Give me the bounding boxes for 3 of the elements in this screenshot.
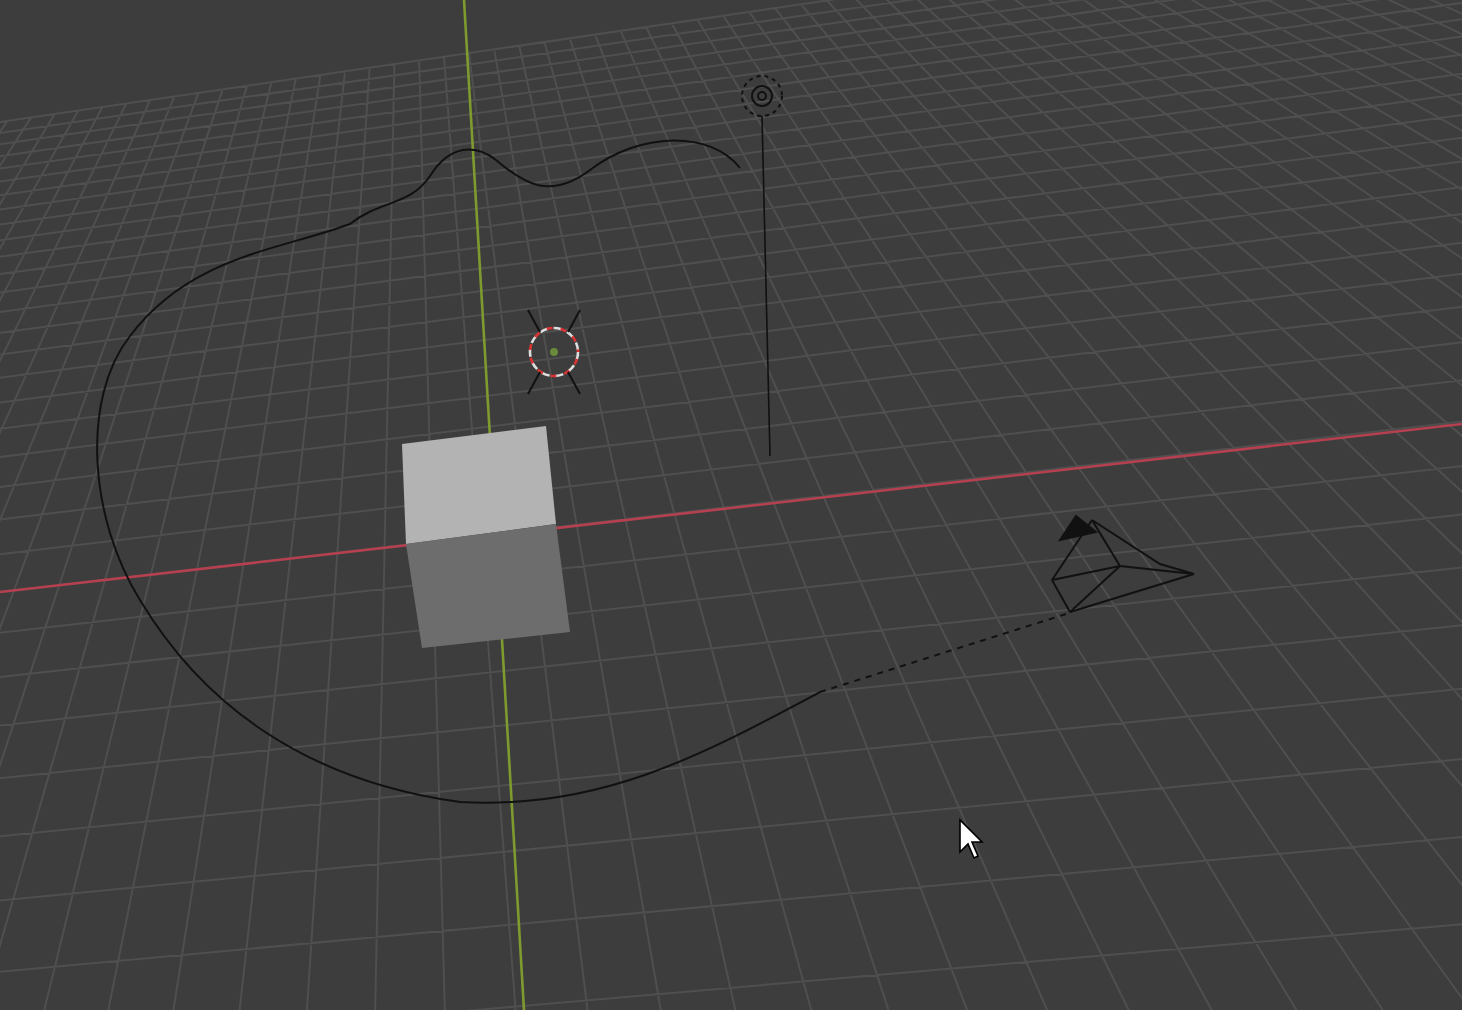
mouse-pointer-icon — [959, 818, 984, 860]
crosshair-icon — [527, 309, 581, 395]
camera-drawing — [1051, 514, 1195, 613]
